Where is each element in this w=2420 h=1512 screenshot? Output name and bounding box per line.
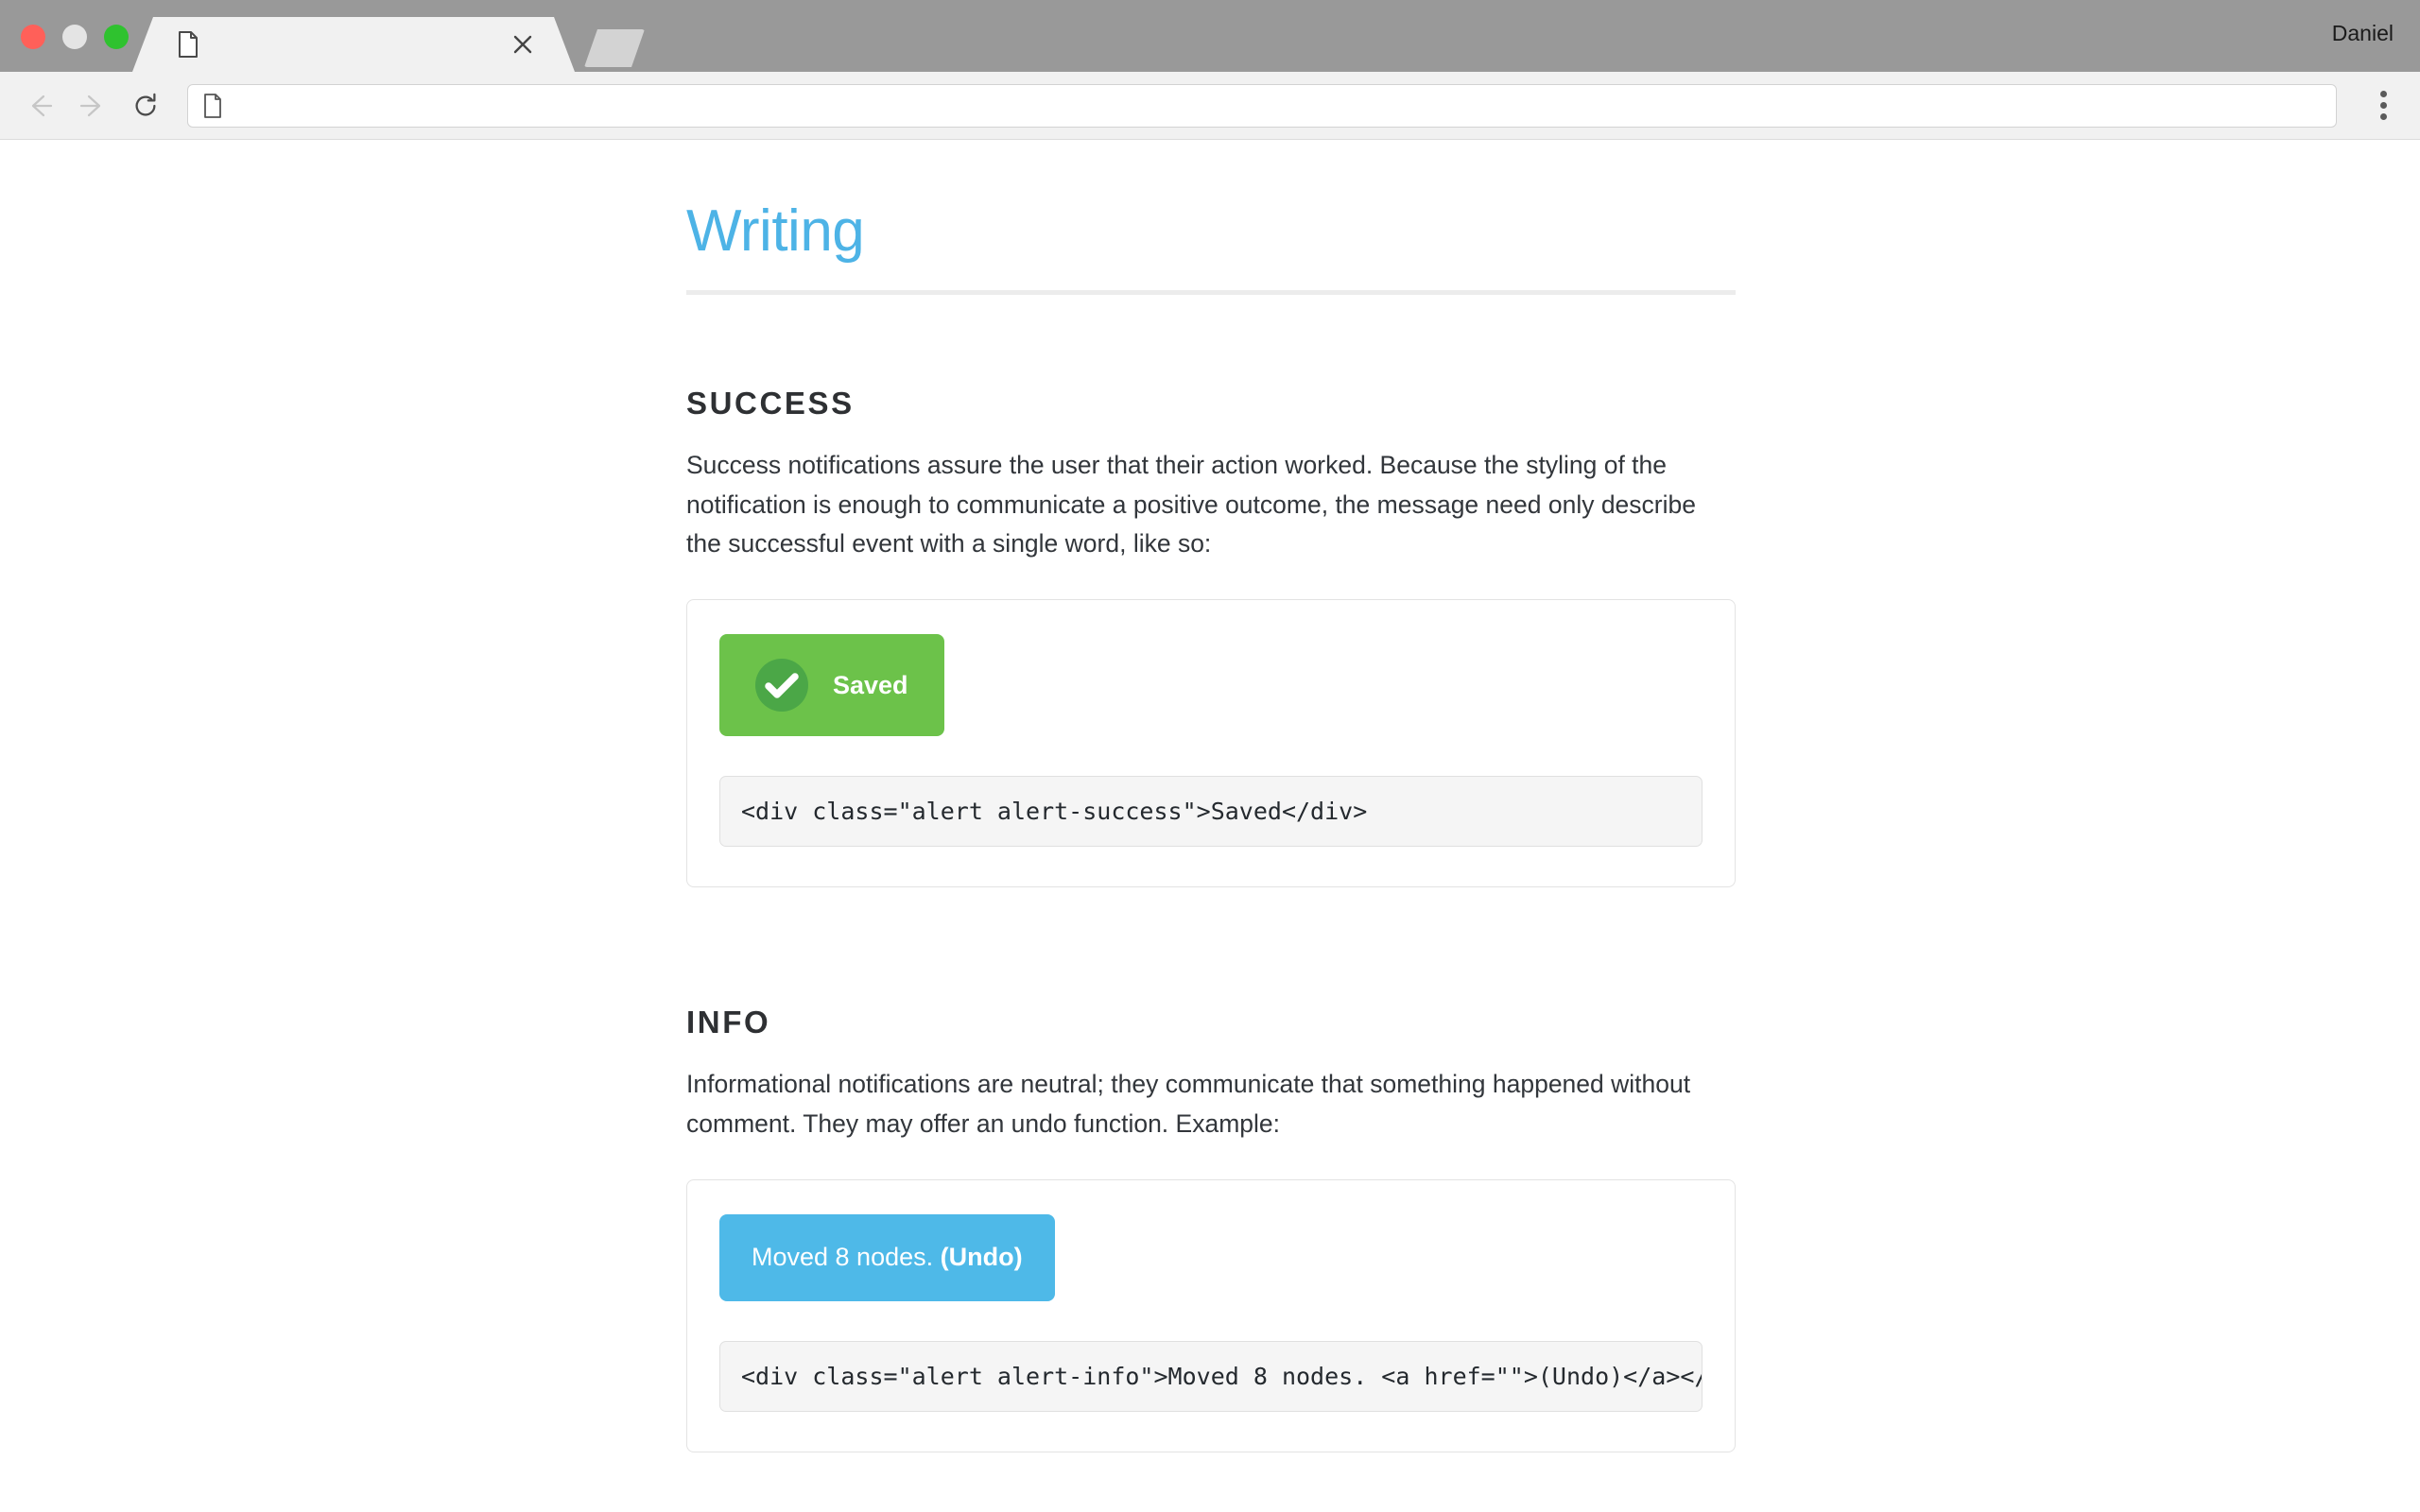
browser-tab[interactable] xyxy=(132,17,575,72)
example-card: Moved 8 nodes. (Undo) <div class="alert … xyxy=(686,1178,1736,1452)
address-bar[interactable] xyxy=(187,83,2337,128)
browser-toolbar xyxy=(0,72,2420,140)
alert-info-text: Moved 8 nodes. (Undo) xyxy=(752,1243,1023,1272)
menu-dot xyxy=(2379,102,2387,109)
document-icon xyxy=(203,93,222,118)
alert-success: Saved xyxy=(719,634,944,737)
window-controls xyxy=(21,25,129,49)
alert-success-label: Saved xyxy=(833,670,908,699)
back-arrow-icon[interactable] xyxy=(13,79,66,132)
check-circle-icon xyxy=(755,659,808,713)
code-block-info: <div class="alert alert-info">Moved 8 no… xyxy=(719,1340,1703,1412)
page-viewport: Writing SUCCESS Success notifications as… xyxy=(0,141,2420,1512)
close-icon[interactable] xyxy=(512,34,533,55)
section-body: Informational notifications are neutral;… xyxy=(686,1070,1691,1138)
menu-dot xyxy=(2379,113,2387,120)
alert-info-message: Moved 8 nodes. xyxy=(752,1243,934,1272)
title-divider xyxy=(686,290,1736,296)
document-icon xyxy=(178,31,199,58)
reload-icon[interactable] xyxy=(119,79,172,132)
section-body: Success notifications assure the user th… xyxy=(686,451,1696,558)
three-dot-menu-icon[interactable] xyxy=(2356,78,2411,133)
browser-titlebar: Daniel xyxy=(0,0,2420,72)
profile-name[interactable]: Daniel xyxy=(2332,21,2394,46)
alert-info: Moved 8 nodes. (Undo) xyxy=(719,1213,1055,1301)
section-heading: INFO xyxy=(686,1005,771,1040)
maximize-window-button[interactable] xyxy=(104,25,129,49)
browser-window: Daniel Writing SUCCESS Success notificat… xyxy=(0,0,2420,1512)
example-card: Saved <div class="alert alert-success">S… xyxy=(686,599,1736,888)
minimize-window-button[interactable] xyxy=(62,25,87,49)
undo-link[interactable]: (Undo) xyxy=(941,1243,1023,1271)
section-info: INFO Informational notifications are neu… xyxy=(686,1005,1736,1452)
section-success: SUCCESS Success notifications assure the… xyxy=(686,386,1736,888)
code-block-success: <div class="alert alert-success">Saved</… xyxy=(719,776,1703,848)
close-window-button[interactable] xyxy=(21,25,45,49)
page-content: Writing SUCCESS Success notifications as… xyxy=(686,141,1736,1452)
section-heading: SUCCESS xyxy=(686,386,855,421)
page-title: Writing xyxy=(686,198,865,264)
tab-strip xyxy=(132,15,645,72)
menu-dot xyxy=(2379,91,2387,97)
new-tab-button[interactable] xyxy=(584,29,645,67)
forward-arrow-icon[interactable] xyxy=(66,79,119,132)
